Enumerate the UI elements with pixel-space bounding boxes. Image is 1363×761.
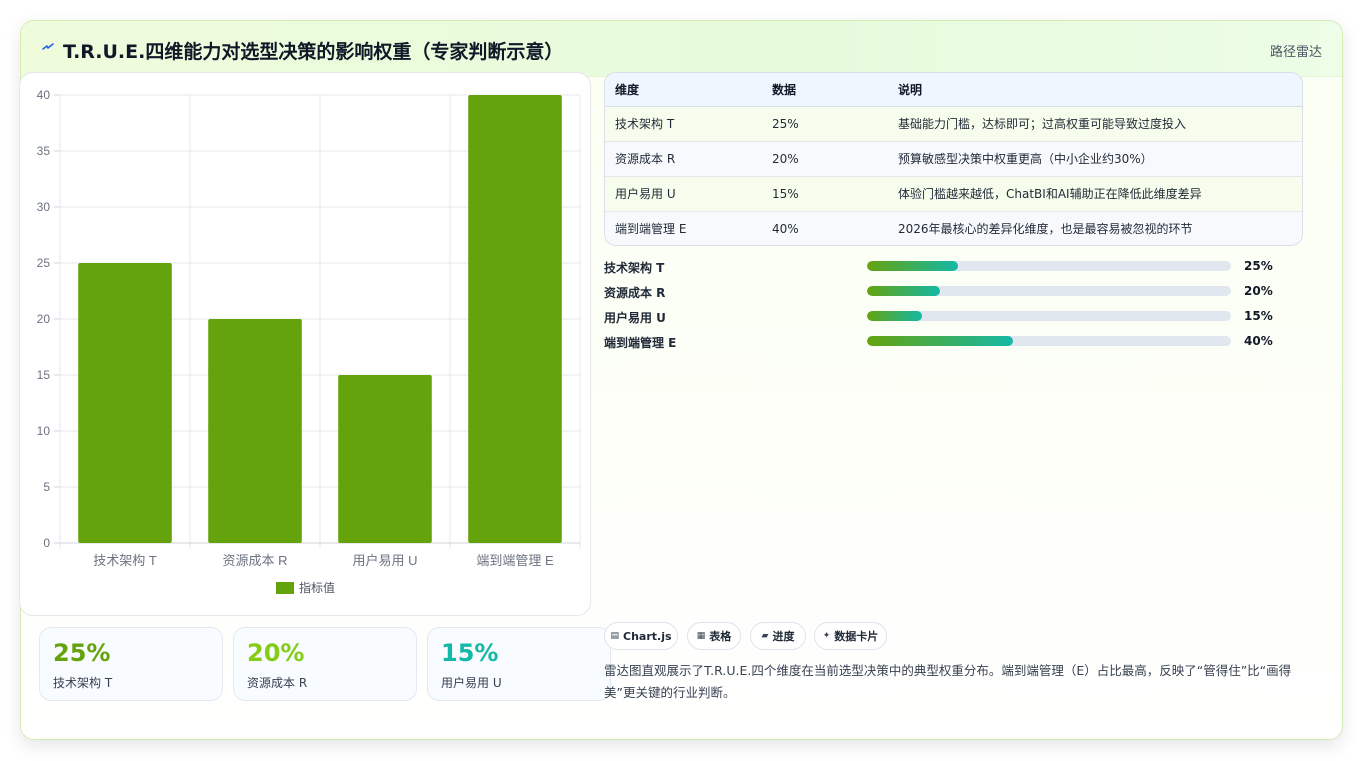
- bar: [468, 95, 562, 543]
- bar-chart: 0 5 10 15 20 25 30 35 40 技术架构 T 资源成本 R 用户易用 U 端到端管理 …: [19, 72, 591, 616]
- y-tick-label: 5: [43, 480, 50, 494]
- x-tick-label: 资源成本 R: [222, 553, 287, 568]
- progress-fill: [867, 336, 1013, 346]
- table-cell: 25%: [772, 106, 898, 142]
- x-tick-label: 技术架构 T: [93, 553, 157, 568]
- stat-label: 技术架构 T: [53, 676, 113, 690]
- table-row: 技术架构 T 25% 基础能力门槛，达标即可；过高权重可能导致过度投入: [605, 106, 1302, 142]
- chip-label: 数据卡片: [834, 630, 879, 643]
- column-header: 数据: [772, 73, 898, 107]
- progress-track: [867, 261, 1231, 271]
- bar: [78, 263, 172, 543]
- stat-value: 15%: [441, 639, 499, 667]
- table-row: 资源成本 R 20% 预算敏感型决策中权重更高（中小企业约30%）: [605, 141, 1302, 177]
- y-tick-label: 0: [43, 536, 50, 550]
- chip-label: 进度: [772, 630, 795, 643]
- column-header: 说明: [898, 73, 1302, 107]
- sparkle-icon: ✦: [822, 631, 831, 641]
- column-header: 维度: [605, 73, 772, 107]
- table-row: 用户易用 U 15% 体验门槛越来越低，ChatBI和AI辅助正在降低此维度差异: [605, 176, 1302, 212]
- progress-row: 资源成本 R 20%: [604, 282, 1303, 307]
- card-header: T.R.U.E.四维能力对选型决策的影响权重（专家判断示意） 路径雷达: [21, 21, 1342, 77]
- y-tick-label: 30: [37, 200, 51, 214]
- table-cell: 20%: [772, 141, 898, 177]
- chart-icon: ▤: [610, 631, 619, 641]
- legend-swatch: [276, 582, 294, 594]
- progress-list: 技术架构 T 25% 资源成本 R 20% 用户易用 U 15% 端到端管理 E…: [604, 257, 1303, 357]
- lightning-icon: [42, 43, 54, 50]
- progress-percent: 15%: [1244, 309, 1273, 323]
- table-header-row: 维度 数据 说明: [605, 73, 1302, 107]
- chip-data-cards[interactable]: ✦ 数据卡片: [814, 622, 887, 650]
- y-tick-label: 20: [37, 312, 51, 326]
- progress-track: [867, 311, 1231, 321]
- progress-fill: [867, 261, 958, 271]
- summary-note: 雷达图直观展示了T.R.U.E.四个维度在当前选型决策中的典型权重分布。端到端管…: [604, 663, 1292, 700]
- stat-value: 25%: [53, 639, 111, 667]
- table-row: 端到端管理 E 40% 2026年最核心的差异化维度，也是最容易被忽视的环节: [605, 211, 1302, 245]
- progress-percent: 25%: [1244, 259, 1273, 273]
- table-icon: ▦: [696, 631, 706, 641]
- y-tick-label: 35: [37, 144, 51, 158]
- page-title: T.R.U.E.四维能力对选型决策的影响权重（专家判断示意）: [63, 41, 564, 63]
- table-cell: 体验门槛越来越低，ChatBI和AI辅助正在降低此维度差异: [898, 176, 1302, 212]
- progress-label: 用户易用 U: [604, 311, 666, 325]
- path-radar-tag[interactable]: 路径雷达: [1270, 41, 1322, 60]
- y-tick-label: 10: [37, 424, 51, 438]
- stat-label: 资源成本 R: [247, 676, 308, 690]
- progress-icon: ▰: [761, 631, 769, 641]
- progress-fill: [867, 311, 922, 321]
- progress-fill: [867, 286, 940, 296]
- y-tick-label: 15: [37, 368, 51, 382]
- progress-row: 用户易用 U 15%: [604, 307, 1303, 332]
- chip-label: 表格: [709, 630, 732, 643]
- stat-value: 20%: [247, 639, 305, 667]
- progress-percent: 40%: [1244, 334, 1273, 348]
- table-cell: 基础能力门槛，达标即可；过高权重可能导致过度投入: [898, 106, 1302, 142]
- bar: [338, 375, 432, 543]
- legend-label: 指标值: [299, 580, 335, 595]
- progress-track: [867, 336, 1231, 346]
- stat-label: 用户易用 U: [441, 676, 502, 690]
- stat-card-resource: 20% 资源成本 R: [233, 627, 417, 701]
- table-cell: 40%: [772, 211, 898, 245]
- bar: [208, 319, 302, 543]
- chip-chartjs[interactable]: ▤ Chart.js: [604, 622, 678, 650]
- progress-label: 端到端管理 E: [604, 336, 677, 350]
- progress-label: 技术架构 T: [604, 261, 665, 275]
- x-tick-label: 端到端管理 E: [476, 553, 554, 568]
- table-cell: 预算敏感型决策中权重更高（中小企业约30%）: [898, 141, 1302, 177]
- table-cell: 用户易用 U: [605, 176, 772, 212]
- chip-table[interactable]: ▦ 表格: [687, 622, 741, 650]
- progress-track: [867, 286, 1231, 296]
- progress-row: 端到端管理 E 40%: [604, 332, 1303, 357]
- progress-row: 技术架构 T 25%: [604, 257, 1303, 282]
- y-tick-label: 40: [37, 88, 51, 102]
- stat-card-usability: 15% 用户易用 U: [427, 627, 611, 701]
- table-cell: 技术架构 T: [605, 106, 772, 142]
- table-cell: 2026年最核心的差异化维度，也是最容易被忽视的环节: [898, 211, 1302, 245]
- y-tick-label: 25: [37, 256, 51, 270]
- progress-percent: 20%: [1244, 284, 1273, 298]
- bar-chart-svg: 0 5 10 15 20 25 30 35 40 技术架构 T 资源成本 R 用户易用 U 端到端管理 …: [37, 88, 581, 595]
- table-cell: 资源成本 R: [605, 141, 772, 177]
- weights-table: 维度 数据 说明 技术架构 T 25% 基础能力门槛，达标即可；过高权重可能导致…: [604, 72, 1303, 246]
- table-cell: 15%: [772, 176, 898, 212]
- stat-card-technical: 25% 技术架构 T: [39, 627, 223, 701]
- chip-progress[interactable]: ▰ 进度: [750, 622, 806, 650]
- chip-label: Chart.js: [623, 629, 672, 643]
- x-tick-label: 用户易用 U: [352, 553, 417, 568]
- progress-label: 资源成本 R: [604, 286, 666, 300]
- table-cell: 端到端管理 E: [605, 211, 772, 245]
